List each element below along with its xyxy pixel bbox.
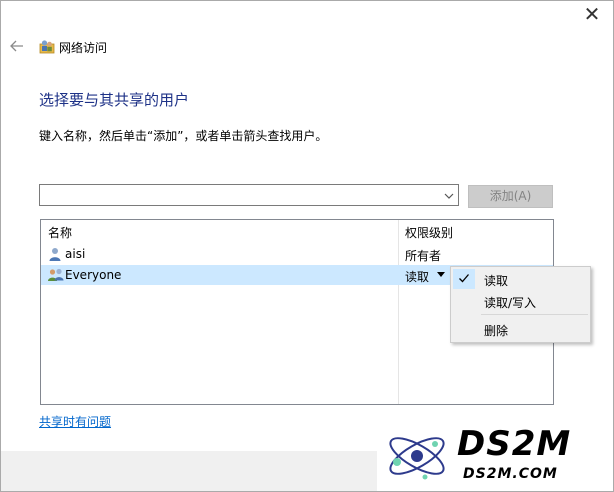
user-name: Everyone — [65, 268, 122, 282]
menu-item-delete[interactable]: 删除 — [451, 319, 590, 339]
menu-item-read-write[interactable]: 读取/写入 — [451, 291, 590, 311]
list-header: 名称 权限级别 — [41, 220, 553, 242]
back-arrow-icon[interactable] — [9, 38, 25, 54]
chevron-down-icon[interactable] — [443, 188, 455, 202]
network-access-window: ✕ 网络访问 选择要与其共享的用户 键入名称，然后单击“添加”，或者单击箭头查找… — [0, 0, 614, 492]
list-row-aisi[interactable]: aisi 所有者 — [41, 244, 553, 264]
permission-dropdown[interactable]: 读取 — [405, 268, 429, 285]
group-icon — [47, 267, 64, 283]
permission-context-menu: 读取 读取/写入 删除 — [450, 266, 591, 343]
user-permission: 所有者 — [405, 249, 442, 263]
menu-item-label: 读取/写入 — [484, 296, 537, 310]
sharing-help-link[interactable]: 共享时有问题 — [39, 413, 111, 430]
close-button[interactable]: ✕ — [579, 3, 605, 25]
user-name: aisi — [65, 247, 86, 261]
watermark-subtitle: DS2M.COM — [463, 466, 558, 482]
watermark-logo: DS2M DS2M.COM — [377, 422, 613, 491]
window-title: 网络访问 — [59, 41, 108, 55]
menu-item-label: 删除 — [484, 324, 509, 338]
menu-item-read[interactable]: 读取 — [451, 269, 590, 289]
menu-item-label: 读取 — [484, 274, 509, 288]
user-name-input[interactable] — [42, 186, 436, 206]
menu-separator — [481, 314, 588, 315]
add-button[interactable]: 添加(A) — [468, 185, 553, 208]
watermark-title: DS2M — [457, 424, 572, 464]
network-users-icon — [39, 38, 55, 54]
column-header-permission[interactable]: 权限级别 — [405, 224, 453, 241]
instruction-text: 键入名称，然后单击“添加”，或者单击箭头查找用户。 — [39, 129, 328, 143]
checkmark-icon — [458, 271, 470, 288]
page-heading: 选择要与其共享的用户 — [39, 91, 190, 109]
atom-logo-icon — [389, 437, 445, 480]
user-name-combobox[interactable] — [39, 184, 459, 206]
caret-down-icon[interactable] — [437, 272, 445, 277]
user-icon — [47, 246, 63, 262]
column-header-name[interactable]: 名称 — [48, 224, 72, 241]
